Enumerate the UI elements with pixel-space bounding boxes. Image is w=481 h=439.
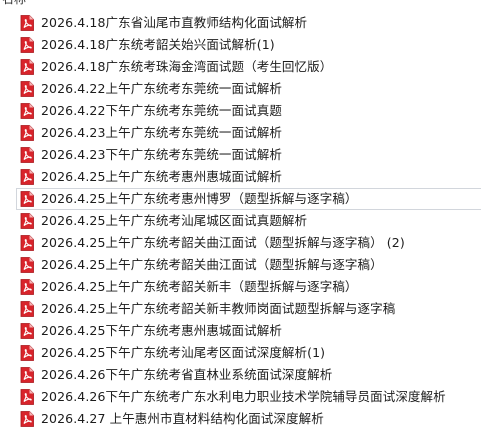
file-name: 2026.4.25上午广东统考韶关新丰教师岗面试题型拆解与逐字稿 (41, 301, 396, 316)
file-name: 2026.4.18广东统考韶关始兴面试解析(1) (41, 37, 275, 52)
pdf-icon (20, 345, 34, 361)
pdf-icon (20, 103, 34, 119)
file-name: 2026.4.25上午广东统考韶关曲江面试（题型拆解与逐字稿） (41, 257, 383, 272)
file-name: 2026.4.22下午广东统考东莞统一面试真题 (41, 103, 282, 118)
file-row-content[interactable]: 2026.4.25上午广东统考韶关新丰（题型拆解与逐字稿） (16, 276, 481, 298)
file-row[interactable]: 2026.4.25上午广东统考韶关新丰教师岗面试题型拆解与逐字稿 (0, 298, 481, 320)
file-row-content[interactable]: 2026.4.26下午广东统考省直林业系统面试深度解析 (16, 364, 481, 386)
file-row[interactable]: 2026.4.25上午广东统考惠州博罗（题型拆解与逐字稿） (0, 188, 481, 210)
file-row[interactable]: 2026.4.22下午广东统考东莞统一面试真题 (0, 100, 481, 122)
file-row[interactable]: 2026.4.18广东省汕尾市直教师结构化面试解析 (0, 12, 481, 34)
file-row-content[interactable]: 2026.4.25上午广东统考汕尾城区面试真题解析 (16, 210, 481, 232)
file-row-content[interactable]: 2026.4.25下午广东统考汕尾考区面试深度解析(1) (16, 342, 481, 364)
file-name: 2026.4.25上午广东统考惠州博罗（题型拆解与逐字稿） (41, 191, 358, 206)
pdf-icon (20, 191, 34, 207)
column-header[interactable]: 名称 (0, 0, 481, 9)
file-row-content[interactable]: 2026.4.22下午广东统考东莞统一面试真题 (16, 100, 481, 122)
file-row[interactable]: 2026.4.25下午广东统考惠州惠城面试解析 (0, 320, 481, 342)
file-name: 2026.4.25上午广东统考惠州惠城面试解析 (41, 169, 282, 184)
file-name: 2026.4.26下午广东统考省直林业系统面试深度解析 (41, 367, 333, 382)
file-name: 2026.4.25上午广东统考韶关新丰（题型拆解与逐字稿） (41, 279, 358, 294)
file-list: 2026.4.18广东省汕尾市直教师结构化面试解析 2026.4.18广东统考韶关… (0, 12, 481, 430)
file-row-content[interactable]: 2026.4.25上午广东统考韶关曲江面试（题型拆解与逐字稿） (16, 254, 481, 276)
file-row-content[interactable]: 2026.4.22上午广东统考东莞统一面试解析 (16, 78, 481, 100)
file-row-content[interactable]: 2026.4.25上午广东统考惠州博罗（题型拆解与逐字稿） (16, 188, 481, 210)
pdf-icon (20, 301, 34, 317)
pdf-icon (20, 235, 34, 251)
file-name: 2026.4.25上午广东统考韶关曲江面试（题型拆解与逐字稿） (2) (41, 235, 405, 250)
pdf-icon (20, 213, 34, 229)
file-row-content[interactable]: 2026.4.25上午广东统考惠州惠城面试解析 (16, 166, 481, 188)
file-row[interactable]: 2026.4.27 上午惠州市直材料结构化面试深度解析 (0, 408, 481, 430)
file-row[interactable]: 2026.4.25下午广东统考汕尾考区面试深度解析(1) (0, 342, 481, 364)
file-explorer-window: 名称 2026.4.18广东省汕尾市直教师结构化面试解析 2026.4.18广东统… (0, 0, 481, 439)
pdf-icon (20, 323, 34, 339)
file-name: 2026.4.18广东统考珠海金湾面试题（考生回忆版） (41, 59, 333, 74)
pdf-icon (20, 125, 34, 141)
pdf-icon (20, 367, 34, 383)
pdf-icon (20, 389, 34, 405)
file-row-content[interactable]: 2026.4.18广东省汕尾市直教师结构化面试解析 (16, 12, 481, 34)
pdf-icon (20, 411, 34, 427)
file-row[interactable]: 2026.4.25上午广东统考韶关新丰（题型拆解与逐字稿） (0, 276, 481, 298)
file-name: 2026.4.23上午广东统考东莞统一面试解析 (41, 125, 282, 140)
pdf-icon (20, 15, 34, 31)
file-name: 2026.4.22上午广东统考东莞统一面试解析 (41, 81, 282, 96)
file-row-content[interactable]: 2026.4.23上午广东统考东莞统一面试解析 (16, 122, 481, 144)
file-row[interactable]: 2026.4.26下午广东统考省直林业系统面试深度解析 (0, 364, 481, 386)
file-row-content[interactable]: 2026.4.18广东统考珠海金湾面试题（考生回忆版） (16, 56, 481, 78)
pdf-icon (20, 37, 34, 53)
file-row-content[interactable]: 2026.4.23下午广东统考东莞统一面试解析 (16, 144, 481, 166)
file-name: 2026.4.25下午广东统考惠州惠城面试解析 (41, 323, 282, 338)
pdf-icon (20, 169, 34, 185)
file-row[interactable]: 2026.4.25上午广东统考惠州惠城面试解析 (0, 166, 481, 188)
file-row[interactable]: 2026.4.23下午广东统考东莞统一面试解析 (0, 144, 481, 166)
file-row[interactable]: 2026.4.25上午广东统考韶关曲江面试（题型拆解与逐字稿） (0, 254, 481, 276)
pdf-icon (20, 257, 34, 273)
file-name: 2026.4.25下午广东统考汕尾考区面试深度解析(1) (41, 345, 326, 360)
file-row-content[interactable]: 2026.4.25下午广东统考惠州惠城面试解析 (16, 320, 481, 342)
file-row[interactable]: 2026.4.18广东统考珠海金湾面试题（考生回忆版） (0, 56, 481, 78)
file-name: 2026.4.25上午广东统考汕尾城区面试真题解析 (41, 213, 308, 228)
pdf-icon (20, 59, 34, 75)
file-name: 2026.4.27 上午惠州市直材料结构化面试深度解析 (41, 411, 324, 426)
file-row-content[interactable]: 2026.4.25上午广东统考韶关新丰教师岗面试题型拆解与逐字稿 (16, 298, 481, 320)
pdf-icon (20, 81, 34, 97)
file-row[interactable]: 2026.4.18广东统考韶关始兴面试解析(1) (0, 34, 481, 56)
file-row-content[interactable]: 2026.4.25上午广东统考韶关曲江面试（题型拆解与逐字稿） (2) (16, 232, 481, 254)
file-name: 2026.4.18广东省汕尾市直教师结构化面试解析 (41, 15, 308, 30)
pdf-icon (20, 279, 34, 295)
file-name: 2026.4.26下午广东统考广东水利电力职业技术学院辅导员面试深度解析 (41, 389, 446, 404)
file-name: 2026.4.23下午广东统考东莞统一面试解析 (41, 147, 282, 162)
file-row[interactable]: 2026.4.22上午广东统考东莞统一面试解析 (0, 78, 481, 100)
file-row[interactable]: 2026.4.25上午广东统考汕尾城区面试真题解析 (0, 210, 481, 232)
file-row-content[interactable]: 2026.4.18广东统考韶关始兴面试解析(1) (16, 34, 481, 56)
column-header-name: 名称 (2, 0, 26, 6)
pdf-icon (20, 147, 34, 163)
file-row[interactable]: 2026.4.23上午广东统考东莞统一面试解析 (0, 122, 481, 144)
file-row-content[interactable]: 2026.4.26下午广东统考广东水利电力职业技术学院辅导员面试深度解析 (16, 386, 481, 408)
file-row[interactable]: 2026.4.25上午广东统考韶关曲江面试（题型拆解与逐字稿） (2) (0, 232, 481, 254)
file-row[interactable]: 2026.4.26下午广东统考广东水利电力职业技术学院辅导员面试深度解析 (0, 386, 481, 408)
file-row-content[interactable]: 2026.4.27 上午惠州市直材料结构化面试深度解析 (16, 408, 481, 430)
